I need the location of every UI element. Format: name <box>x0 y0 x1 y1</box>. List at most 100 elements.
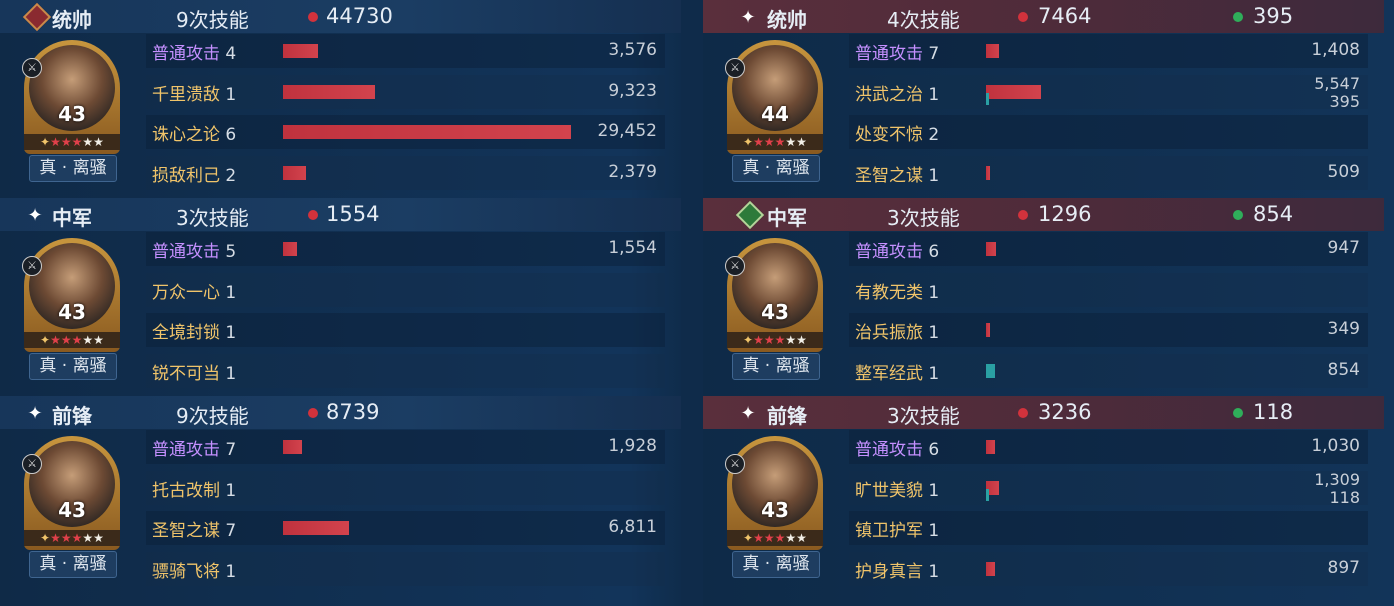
skill-row: 整军经武 1 854 <box>849 354 1368 388</box>
skill-name: 诛心之论 6 <box>152 120 236 145</box>
skill-name-text: 旷世美貌 <box>855 481 923 501</box>
skill-name: 普通攻击 6 <box>855 435 939 460</box>
skill-row: 普通攻击 5 1,554 <box>146 232 665 266</box>
general-portrait[interactable]: ⚔ 43 ✦★★★★★ <box>725 238 823 352</box>
skill-trigger-count: 6 <box>928 242 940 262</box>
skill-trigger-count: 7 <box>225 521 237 541</box>
skill-name: 治兵振旅 1 <box>855 318 939 343</box>
skill-damage-value: 349 <box>1327 319 1360 339</box>
general-name-tag: 真 · 离骚 <box>732 551 820 578</box>
general-portrait[interactable]: ⚔ 44 ✦★★★★★ <box>725 40 823 154</box>
skill-name: 全境封锁 1 <box>152 318 236 343</box>
general-portrait[interactable]: ⚔ 43 ✦★★★★★ <box>22 40 120 154</box>
general-level: 43 <box>761 498 789 522</box>
damage-dot-icon <box>308 210 318 220</box>
battle-stats-screen: 统帅 9次技能 44730 ⚔ 43 ✦★★★★★ 真 · 离骚 普通攻击 4 3,576 千里溃… <box>0 0 1394 606</box>
skill-trigger-count: 1 <box>928 166 940 186</box>
role-label: 前锋 <box>767 404 807 428</box>
skill-name-text: 诛心之论 <box>152 125 220 145</box>
skill-row: 处变不惊 2 <box>849 115 1368 149</box>
skill-row: 普通攻击 6 1,030 <box>849 430 1368 464</box>
damage-bar <box>283 125 571 139</box>
skill-name-text: 千里溃敌 <box>152 85 220 105</box>
skill-damage-value: 29,452 <box>597 121 657 141</box>
skill-count: 4次技能 <box>887 8 960 32</box>
sparkle-icon: ✦ <box>740 6 756 28</box>
skill-row: 骠骑飞将 1 <box>146 552 665 586</box>
star-icon: ★ <box>753 135 764 149</box>
star-icon: ★ <box>785 531 797 545</box>
star-icon: ★ <box>763 531 775 545</box>
skill-name: 整军经武 1 <box>855 359 939 384</box>
skill-name-text: 洪武之治 <box>855 85 923 105</box>
damage-dot-icon <box>308 408 318 418</box>
skill-trigger-count: 1 <box>225 364 237 384</box>
heal-dot-icon <box>1233 408 1243 418</box>
skill-name: 锐不可当 1 <box>152 359 236 384</box>
star-icon: ✦ <box>40 333 51 347</box>
star-rating: ✦★★★★★ <box>24 530 120 546</box>
skill-count: 9次技能 <box>176 404 249 428</box>
damage-dot-icon <box>308 12 318 22</box>
skill-name-text: 圣智之谋 <box>855 166 923 186</box>
skill-trigger-count: 7 <box>928 44 940 64</box>
heal-total: 118 <box>1253 400 1294 424</box>
skill-row: 有教无类 1 <box>849 273 1368 307</box>
skill-damage-value: 1,309 <box>1314 470 1360 489</box>
star-icon: ★ <box>796 333 807 347</box>
skill-trigger-count: 1 <box>225 481 237 501</box>
star-icon: ★ <box>796 135 807 149</box>
skill-trigger-count: 1 <box>928 283 940 303</box>
general-level: 43 <box>58 300 86 324</box>
sparkle-icon: ✦ <box>27 402 43 424</box>
skill-row: 镇卫护军 1 <box>849 511 1368 545</box>
star-icon: ★ <box>763 135 775 149</box>
general-portrait[interactable]: ⚔ 43 ✦★★★★★ <box>22 238 120 352</box>
star-icon: ✦ <box>743 531 754 545</box>
general-portrait[interactable]: ⚔ 43 ✦★★★★★ <box>22 436 120 550</box>
general-portrait[interactable]: ⚔ 43 ✦★★★★★ <box>725 436 823 550</box>
damage-bar <box>283 440 302 454</box>
damage-total: 8739 <box>326 400 380 424</box>
damage-bar <box>986 166 990 180</box>
skill-trigger-count: 1 <box>225 562 237 582</box>
skill-damage-value: 1,554 <box>608 238 657 258</box>
skill-damage-value: 5,547 <box>1314 74 1360 93</box>
star-icon: ★ <box>50 135 61 149</box>
skill-heal-value: 395 <box>1329 92 1360 111</box>
skill-name-text: 万众一心 <box>152 283 220 303</box>
heal-dot-icon <box>1233 210 1243 220</box>
heal-bar <box>986 489 989 501</box>
skill-count: 9次技能 <box>176 8 249 32</box>
skill-name: 旷世美貌 1 <box>855 476 939 501</box>
skill-name-text: 全境封锁 <box>152 323 220 343</box>
damage-bar <box>283 242 297 256</box>
star-icon: ★ <box>71 531 83 545</box>
skill-trigger-count: 1 <box>928 85 940 105</box>
section-header: ✦ 前锋 3次技能 3236 118 <box>703 396 1384 429</box>
skill-trigger-count: 1 <box>225 323 237 343</box>
skill-trigger-count: 1 <box>928 521 940 541</box>
skill-row: 普通攻击 7 1,928 <box>146 430 665 464</box>
star-icon: ★ <box>82 135 94 149</box>
skill-row: 圣智之谋 7 6,811 <box>146 511 665 545</box>
skill-name-text: 损敌利己 <box>152 166 220 186</box>
star-icon: ★ <box>785 135 797 149</box>
skill-trigger-count: 7 <box>225 440 237 460</box>
skill-name: 圣智之谋 7 <box>152 516 236 541</box>
skill-name-text: 普通攻击 <box>855 440 923 460</box>
skill-row: 千里溃敌 1 9,323 <box>146 75 665 109</box>
skill-count: 3次技能 <box>176 206 249 230</box>
skill-trigger-count: 6 <box>928 440 940 460</box>
star-rating: ✦★★★★★ <box>24 332 120 348</box>
skill-trigger-count: 2 <box>928 125 940 145</box>
skill-damage-value: 6,811 <box>608 517 657 537</box>
tactic-tag-icon: ⚔ <box>22 256 42 276</box>
damage-bar <box>986 440 995 454</box>
skill-damage-value: 947 <box>1327 238 1360 258</box>
skill-trigger-count: 1 <box>928 481 940 501</box>
star-icon: ★ <box>774 135 786 149</box>
damage-total: 1554 <box>326 202 380 226</box>
skill-row: 普通攻击 7 1,408 <box>849 34 1368 68</box>
role-label: 前锋 <box>52 404 92 428</box>
